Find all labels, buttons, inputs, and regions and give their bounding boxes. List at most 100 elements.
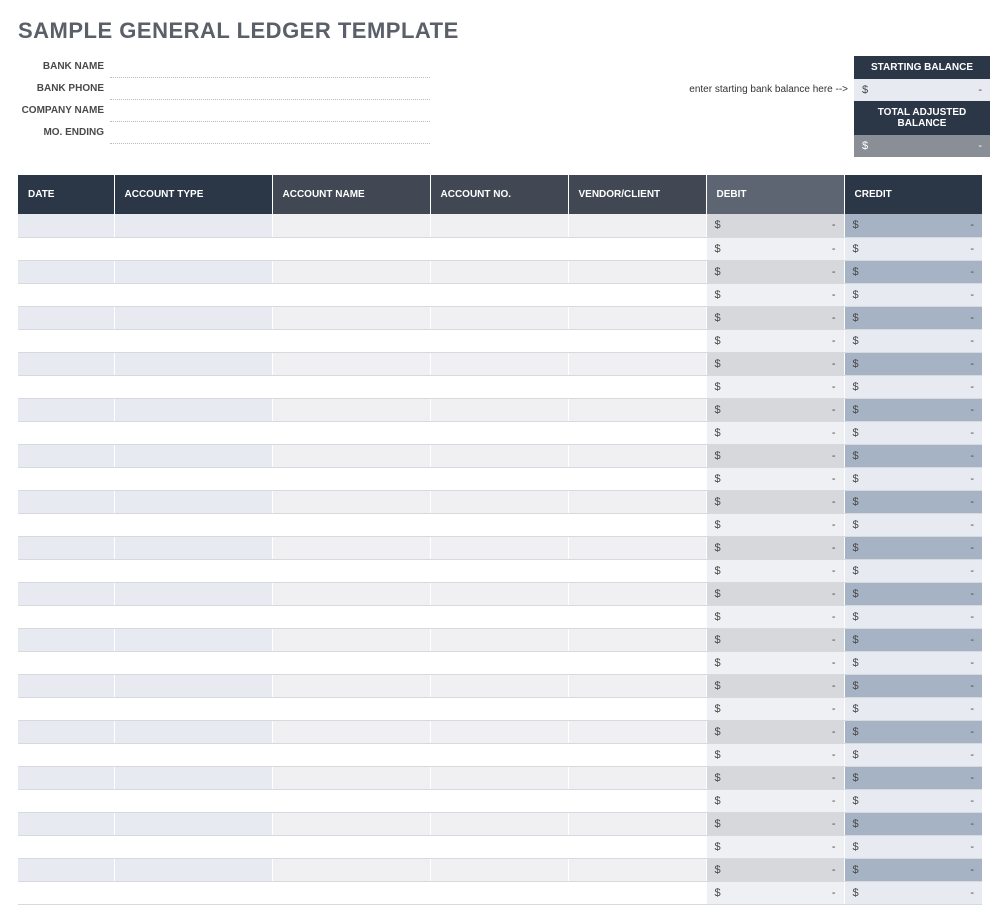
name-cell[interactable] — [272, 375, 430, 398]
type-cell[interactable] — [114, 513, 272, 536]
no-cell[interactable] — [430, 352, 568, 375]
date-cell[interactable] — [18, 329, 114, 352]
debit-cell[interactable]: $- — [706, 835, 844, 858]
name-cell[interactable] — [272, 536, 430, 559]
vendor-cell[interactable] — [568, 674, 706, 697]
vendor-cell[interactable] — [568, 628, 706, 651]
name-cell[interactable] — [272, 329, 430, 352]
name-cell[interactable] — [272, 766, 430, 789]
name-cell[interactable] — [272, 605, 430, 628]
no-cell[interactable] — [430, 697, 568, 720]
no-cell[interactable] — [430, 375, 568, 398]
debit-cell[interactable]: $- — [706, 559, 844, 582]
debit-cell[interactable]: $- — [706, 651, 844, 674]
type-cell[interactable] — [114, 651, 272, 674]
no-cell[interactable] — [430, 605, 568, 628]
vendor-cell[interactable] — [568, 398, 706, 421]
name-cell[interactable] — [272, 789, 430, 812]
debit-cell[interactable]: $- — [706, 720, 844, 743]
credit-cell[interactable]: $- — [844, 812, 982, 835]
vendor-cell[interactable] — [568, 559, 706, 582]
date-cell[interactable] — [18, 697, 114, 720]
credit-cell[interactable]: $- — [844, 559, 982, 582]
no-cell[interactable] — [430, 398, 568, 421]
type-cell[interactable] — [114, 720, 272, 743]
debit-cell[interactable]: $- — [706, 881, 844, 904]
credit-cell[interactable]: $- — [844, 582, 982, 605]
vendor-cell[interactable] — [568, 835, 706, 858]
bank-phone-input[interactable] — [110, 78, 430, 100]
type-cell[interactable] — [114, 398, 272, 421]
type-cell[interactable] — [114, 214, 272, 237]
type-cell[interactable] — [114, 490, 272, 513]
vendor-cell[interactable] — [568, 743, 706, 766]
date-cell[interactable] — [18, 651, 114, 674]
name-cell[interactable] — [272, 743, 430, 766]
debit-cell[interactable]: $- — [706, 329, 844, 352]
debit-cell[interactable]: $- — [706, 214, 844, 237]
type-cell[interactable] — [114, 835, 272, 858]
credit-cell[interactable]: $- — [844, 260, 982, 283]
no-cell[interactable] — [430, 559, 568, 582]
credit-cell[interactable]: $- — [844, 628, 982, 651]
vendor-cell[interactable] — [568, 214, 706, 237]
date-cell[interactable] — [18, 283, 114, 306]
vendor-cell[interactable] — [568, 467, 706, 490]
vendor-cell[interactable] — [568, 306, 706, 329]
name-cell[interactable] — [272, 398, 430, 421]
debit-cell[interactable]: $- — [706, 582, 844, 605]
credit-cell[interactable]: $- — [844, 697, 982, 720]
no-cell[interactable] — [430, 743, 568, 766]
name-cell[interactable] — [272, 513, 430, 536]
vendor-cell[interactable] — [568, 812, 706, 835]
credit-cell[interactable]: $- — [844, 214, 982, 237]
credit-cell[interactable]: $- — [844, 536, 982, 559]
credit-cell[interactable]: $- — [844, 674, 982, 697]
date-cell[interactable] — [18, 766, 114, 789]
credit-cell[interactable]: $- — [844, 329, 982, 352]
date-cell[interactable] — [18, 214, 114, 237]
no-cell[interactable] — [430, 237, 568, 260]
debit-cell[interactable]: $- — [706, 375, 844, 398]
no-cell[interactable] — [430, 582, 568, 605]
vendor-cell[interactable] — [568, 421, 706, 444]
name-cell[interactable] — [272, 283, 430, 306]
credit-cell[interactable]: $- — [844, 743, 982, 766]
credit-cell[interactable]: $- — [844, 237, 982, 260]
type-cell[interactable] — [114, 444, 272, 467]
vendor-cell[interactable] — [568, 490, 706, 513]
no-cell[interactable] — [430, 651, 568, 674]
type-cell[interactable] — [114, 421, 272, 444]
name-cell[interactable] — [272, 306, 430, 329]
debit-cell[interactable]: $- — [706, 444, 844, 467]
date-cell[interactable] — [18, 881, 114, 904]
date-cell[interactable] — [18, 605, 114, 628]
date-cell[interactable] — [18, 260, 114, 283]
credit-cell[interactable]: $- — [844, 881, 982, 904]
type-cell[interactable] — [114, 467, 272, 490]
name-cell[interactable] — [272, 697, 430, 720]
credit-cell[interactable]: $- — [844, 467, 982, 490]
credit-cell[interactable]: $- — [844, 398, 982, 421]
vendor-cell[interactable] — [568, 858, 706, 881]
vendor-cell[interactable] — [568, 329, 706, 352]
no-cell[interactable] — [430, 329, 568, 352]
debit-cell[interactable]: $- — [706, 237, 844, 260]
no-cell[interactable] — [430, 674, 568, 697]
name-cell[interactable] — [272, 214, 430, 237]
type-cell[interactable] — [114, 674, 272, 697]
date-cell[interactable] — [18, 858, 114, 881]
debit-cell[interactable]: $- — [706, 743, 844, 766]
type-cell[interactable] — [114, 375, 272, 398]
date-cell[interactable] — [18, 398, 114, 421]
type-cell[interactable] — [114, 812, 272, 835]
date-cell[interactable] — [18, 559, 114, 582]
credit-cell[interactable]: $- — [844, 766, 982, 789]
vendor-cell[interactable] — [568, 651, 706, 674]
date-cell[interactable] — [18, 306, 114, 329]
date-cell[interactable] — [18, 444, 114, 467]
debit-cell[interactable]: $- — [706, 605, 844, 628]
no-cell[interactable] — [430, 260, 568, 283]
debit-cell[interactable]: $- — [706, 697, 844, 720]
name-cell[interactable] — [272, 467, 430, 490]
